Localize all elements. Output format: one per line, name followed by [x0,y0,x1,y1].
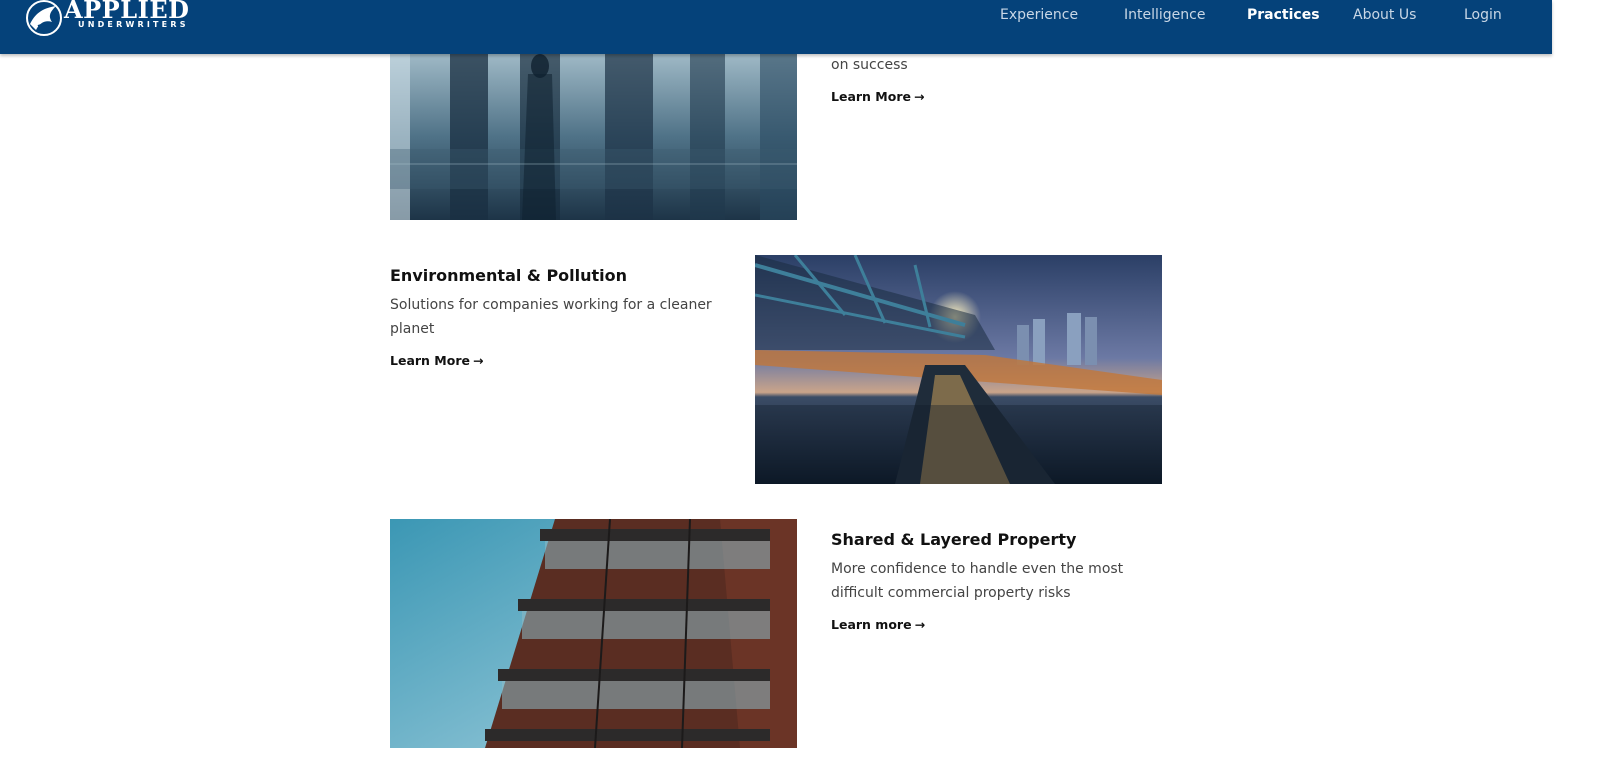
site-header: APPLIED UNDERWRITERS Experience Intellig… [0,0,1552,54]
eagle-logo-icon [26,0,62,36]
learn-more-label: Learn More [831,89,911,104]
learn-more-link-2[interactable]: Learn More → [390,353,483,368]
practice-description: More confidence to handle even the most … [831,561,1124,601]
apartment-balconies-image [390,519,797,748]
arrow-right-icon: → [913,89,925,104]
practice-description: Solutions for companies working for a cl… [390,297,712,337]
page: APPLIED UNDERWRITERS Experience Intellig… [0,0,1600,775]
nav-login[interactable]: Login [1464,7,1502,23]
learn-more-link-1[interactable]: Learn More → [831,89,924,104]
brand-name: APPLIED [64,0,190,24]
practice-image-apartment [390,519,797,748]
nav-about-us[interactable]: About Us [1353,7,1416,23]
practice-title-environmental: Environmental & Pollution [390,266,628,285]
brand-subtitle: UNDERWRITERS [78,20,189,29]
learn-more-label: Learn more [831,617,912,632]
brand-logo[interactable]: APPLIED UNDERWRITERS [22,0,202,40]
practice-image-office [390,54,797,220]
practice-description: on success [831,57,908,73]
practice-title-property: Shared & Layered Property [831,530,1077,549]
nav-experience[interactable]: Experience [1000,7,1078,23]
learn-more-label: Learn More [390,353,470,368]
water-treatment-image [755,255,1162,484]
learn-more-link-3[interactable]: Learn more → [831,617,925,632]
nav-practices[interactable]: Practices [1247,7,1320,23]
office-skyline-image [390,54,797,220]
arrow-right-icon: → [472,353,484,368]
arrow-right-icon: → [914,617,926,632]
nav-intelligence[interactable]: Intelligence [1124,7,1205,23]
practice-image-water-plant [755,255,1162,484]
